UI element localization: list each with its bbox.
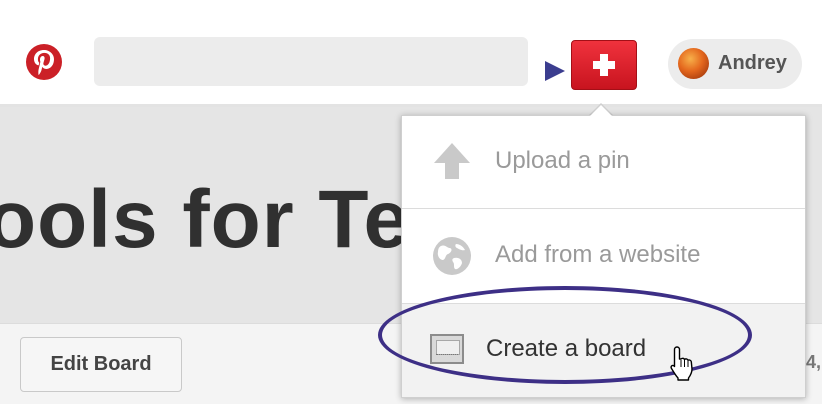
menu-item-create-board[interactable]: Create a board bbox=[402, 304, 805, 397]
annotation-arrow bbox=[545, 61, 565, 81]
board-title: ools for Te bbox=[0, 174, 411, 265]
edit-board-button[interactable]: Edit Board bbox=[20, 337, 182, 392]
board-icon bbox=[430, 334, 464, 364]
avatar bbox=[678, 48, 709, 79]
upload-arrow-icon bbox=[432, 141, 472, 186]
user-menu-button[interactable]: Andrey bbox=[668, 39, 802, 89]
search-input[interactable] bbox=[94, 37, 528, 86]
add-button[interactable] bbox=[571, 40, 637, 90]
pinterest-logo-icon[interactable] bbox=[26, 44, 62, 80]
menu-item-add-from-website[interactable]: Add from a website bbox=[402, 209, 805, 302]
menu-item-label: Create a board bbox=[486, 335, 647, 362]
board-stat-fragment: 4, bbox=[806, 352, 822, 372]
menu-item-label: Add from a website bbox=[495, 241, 701, 268]
hand-cursor-icon bbox=[669, 345, 695, 386]
menu-item-upload-pin[interactable]: Upload a pin bbox=[402, 116, 805, 207]
user-name: Andrey bbox=[718, 52, 787, 74]
globe-icon bbox=[432, 236, 472, 281]
menu-item-label: Upload a pin bbox=[495, 147, 630, 174]
